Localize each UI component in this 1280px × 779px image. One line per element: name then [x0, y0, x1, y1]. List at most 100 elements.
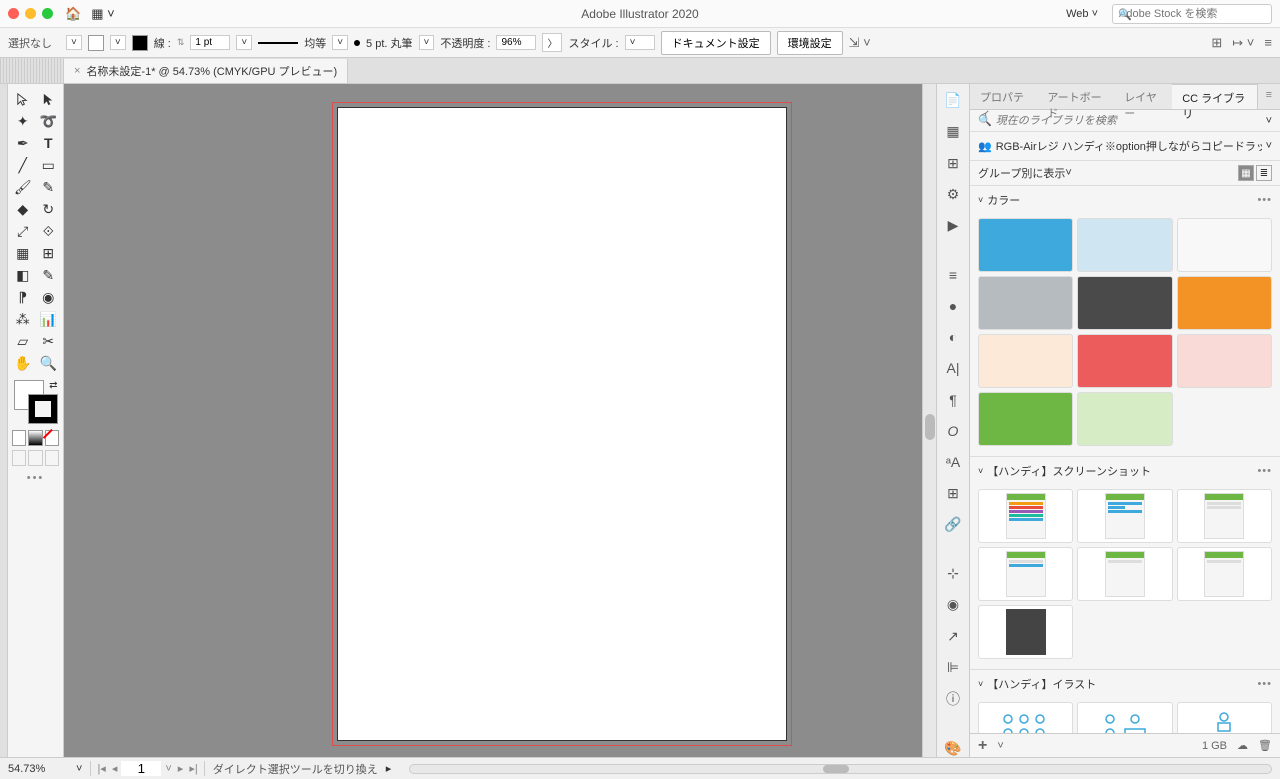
dock-gradient-icon[interactable]: ◐ [944, 328, 962, 345]
shape-builder-tool[interactable]: ⊞ [36, 242, 62, 264]
hint-expand-icon[interactable]: ▸ [386, 762, 392, 775]
draw-normal[interactable] [12, 450, 26, 466]
dock-link-icon[interactable]: 🔗 [944, 516, 962, 533]
last-page-icon[interactable]: ▸| [187, 762, 199, 775]
screenshot-thumb[interactable] [978, 489, 1073, 543]
dock-align-icon[interactable]: ⊫ [944, 659, 962, 676]
color-swatch[interactable] [978, 392, 1073, 446]
chevron-down-icon[interactable]: ˅ [978, 679, 983, 689]
screenshot-thumb[interactable] [1177, 547, 1272, 601]
dock-info-icon[interactable]: ⓘ [944, 690, 962, 708]
document-setup-button[interactable]: ドキュメント設定 [661, 31, 771, 55]
stroke-width-dropdown[interactable]: ˅ [236, 35, 252, 50]
line-tool[interactable]: ╱ [10, 154, 36, 176]
mesh-tool[interactable]: ✎ [36, 264, 62, 286]
pencil-tool[interactable]: ✎ [36, 176, 62, 198]
dock-lines-icon[interactable]: ≡ [944, 266, 962, 283]
fill-swatch[interactable] [88, 35, 104, 51]
home-icon[interactable]: 🏠 [65, 6, 81, 22]
dock-appearance-icon[interactable]: ◉ [944, 596, 962, 613]
illust-thumb[interactable] [1177, 702, 1272, 733]
zoom-tool[interactable]: 🔍 [36, 352, 62, 374]
color-swatch[interactable] [1077, 392, 1172, 446]
stock-search[interactable]: 🔍 [1112, 4, 1272, 24]
view-mode-label[interactable]: グループ別に表示 [978, 165, 1065, 181]
screenshot-thumb[interactable] [978, 547, 1073, 601]
draw-behind[interactable] [28, 450, 42, 466]
trash-icon[interactable]: 🗑 [1258, 739, 1272, 752]
first-page-icon[interactable]: |◂ [95, 762, 107, 775]
fill-dropdown[interactable]: ˅ [66, 35, 82, 50]
maximize-button[interactable] [42, 8, 53, 19]
dock-paragraph-icon[interactable]: ¶ [944, 391, 962, 408]
page-dropdown-icon[interactable]: ˅ [163, 763, 173, 775]
color-swatch[interactable] [978, 334, 1073, 388]
prev-page-icon[interactable]: ◂ [110, 762, 120, 775]
stroke-swatch[interactable] [132, 35, 148, 51]
canvas[interactable] [64, 84, 936, 757]
add-icon[interactable]: + [978, 737, 987, 755]
eyedropper-tool[interactable]: ⁋ [10, 286, 36, 308]
color-swatch[interactable] [978, 276, 1073, 330]
grid-view-icon[interactable]: ▦ [1238, 165, 1254, 181]
free-transform-tool[interactable]: ▦ [10, 242, 36, 264]
library-search-input[interactable] [996, 115, 1262, 127]
tab-layers[interactable]: レイヤー [1114, 84, 1172, 109]
column-graph-tool[interactable]: 📊 [36, 308, 62, 330]
zoom-level[interactable]: 54.73% [8, 763, 68, 775]
align-icon[interactable]: ⇲ ˅ [849, 35, 871, 51]
screenshot-thumb[interactable] [1177, 489, 1272, 543]
dock-glyphs-icon[interactable]: ᵃA [944, 453, 962, 470]
magic-wand-tool[interactable]: ✦ [10, 110, 36, 132]
hand-tool[interactable]: ✋ [10, 352, 36, 374]
symbol-sprayer-tool[interactable]: ⁂ [10, 308, 36, 330]
screenshot-thumb[interactable] [1077, 489, 1172, 543]
chevron-down-icon[interactable]: ˅ [978, 466, 983, 476]
dock-transform-icon[interactable]: ⊹ [944, 565, 962, 582]
cloud-icon[interactable]: ☁ [1237, 739, 1248, 752]
rotate-tool[interactable]: ↻ [36, 198, 62, 220]
draw-inside[interactable] [45, 450, 59, 466]
tab-properties[interactable]: プロパティ [970, 84, 1037, 109]
chevron-down-icon[interactable]: ˅ [978, 195, 983, 205]
search-dropdown-icon[interactable]: ˅ [1266, 115, 1272, 127]
dock-export-icon[interactable]: ↗ [944, 627, 962, 644]
preferences-button[interactable]: 環境設定 [777, 31, 843, 55]
screenshot-thumb[interactable] [1077, 547, 1172, 601]
list-view-icon[interactable]: ≣ [1256, 165, 1272, 181]
minimize-button[interactable] [25, 8, 36, 19]
eraser-tool[interactable]: ◆ [10, 198, 36, 220]
opacity-dropdown[interactable]: 〉 [542, 33, 562, 52]
fill-stroke-control[interactable]: ⇄ [14, 380, 58, 424]
gradient-tool[interactable]: ◧ [10, 264, 36, 286]
list-icon[interactable]: ≡ [1264, 35, 1272, 50]
dock-chars-icon[interactable]: ⊞ [944, 485, 962, 502]
blend-tool[interactable]: ◉ [36, 286, 62, 308]
illust-thumb[interactable] [978, 702, 1073, 733]
color-swatch[interactable] [1077, 334, 1172, 388]
color-mode-gradient[interactable] [28, 430, 42, 446]
opacity-input[interactable] [496, 35, 536, 50]
section-menu-icon[interactable]: ••• [1257, 465, 1272, 477]
artboard[interactable] [337, 107, 787, 741]
stock-search-input[interactable] [1112, 4, 1272, 24]
horizontal-scrollbar[interactable] [409, 764, 1272, 774]
color-mode-solid[interactable] [12, 430, 26, 446]
dock-circle-icon[interactable]: ● [944, 297, 962, 314]
library-selector[interactable]: 👥 RGB-Airレジ ハンディ※option押しながらコピードラッグ！ ˅ [970, 132, 1280, 161]
color-swatch[interactable] [1177, 218, 1272, 272]
slice-tool[interactable]: ✂ [36, 330, 62, 352]
color-swatch[interactable] [1077, 218, 1172, 272]
artboard-tool[interactable]: ▱ [10, 330, 36, 352]
tab-cc-libraries[interactable]: CC ライブラリ [1172, 84, 1257, 109]
scale-tool[interactable]: ⤢ [10, 220, 36, 242]
dock-play-icon[interactable]: ▶ [944, 217, 962, 234]
direct-selection-tool[interactable] [36, 88, 62, 110]
color-swatch[interactable] [1177, 276, 1272, 330]
stroke-dropdown[interactable]: ˅ [110, 35, 126, 50]
tab-artboard[interactable]: アートボード [1037, 84, 1114, 109]
chevron-down-icon[interactable]: ˅ [997, 740, 1003, 752]
illust-thumb[interactable] [1077, 702, 1172, 733]
panel-menu-icon[interactable]: ≡ [1258, 84, 1280, 109]
next-page-icon[interactable]: ▸ [176, 762, 186, 775]
